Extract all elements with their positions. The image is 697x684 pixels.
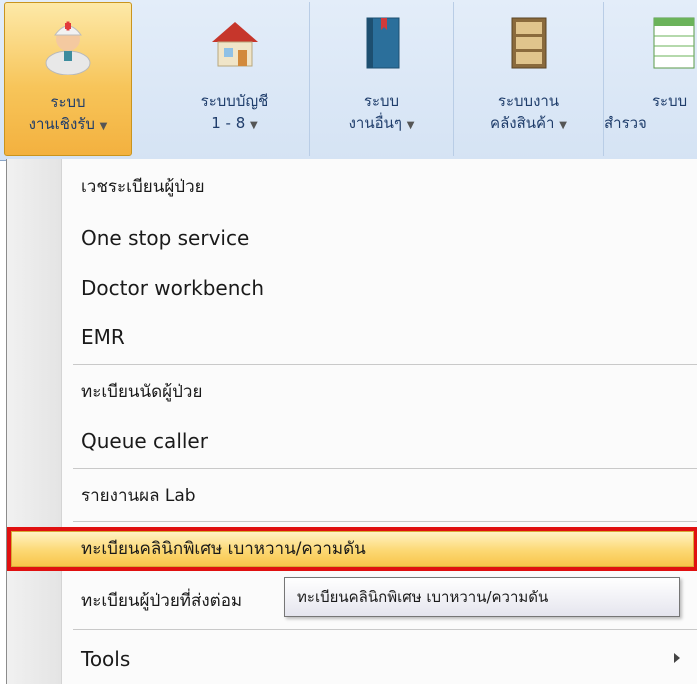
menu-item-lab-report[interactable]: รายงานผล Lab bbox=[7, 472, 697, 520]
menu-item-medical-records[interactable]: เวชระเบียนผู้ป่วย bbox=[7, 163, 697, 211]
sheet-icon bbox=[653, 17, 695, 69]
ribbon-toolbar: ระบบ งานเชิงรับ ▼ ระบบบัญชี 1 - 8 ▼ ระบบ… bbox=[0, 0, 697, 161]
menu-item-label: ทะเบียนผู้ป่วยที่ส่งต่อม bbox=[81, 591, 243, 611]
menu-item-emr[interactable]: EMR bbox=[7, 313, 697, 361]
menu-item-label: Tools bbox=[81, 647, 131, 671]
menu-separator bbox=[73, 521, 697, 522]
ribbon-button-inventory-line2: คลังสินค้า bbox=[490, 114, 555, 132]
ribbon-button-reception[interactable]: ระบบ งานเชิงรับ ▼ bbox=[4, 2, 132, 156]
menu-item-appointments[interactable]: ทะเบียนนัดผู้ป่วย bbox=[7, 368, 697, 416]
book-icon bbox=[366, 17, 399, 69]
menu-item-one-stop-service[interactable]: One stop service bbox=[7, 214, 697, 262]
menu-separator bbox=[73, 629, 697, 630]
menu-separator bbox=[73, 364, 697, 365]
ribbon-button-accounting-line2: 1 - 8 bbox=[211, 114, 246, 132]
menu-item-label: EMR bbox=[81, 325, 125, 349]
ribbon-button-survey-line1: ระบบ bbox=[652, 92, 688, 110]
menu-item-label: เวชระเบียนผู้ป่วย bbox=[81, 177, 205, 197]
ribbon-button-reception-line1: ระบบ bbox=[50, 93, 86, 111]
ribbon-button-accounting[interactable]: ระบบบัญชี 1 - 8 ▼ bbox=[160, 2, 310, 156]
ribbon-button-inventory-line1: ระบบงาน bbox=[497, 92, 560, 110]
tooltip: ทะเบียนคลินิกพิเศษ เบาหวาน/ความดัน bbox=[284, 577, 680, 617]
submenu-arrow-icon bbox=[674, 653, 680, 663]
ribbon-button-survey-line2: สำรวจ bbox=[604, 114, 647, 132]
ribbon-button-accounting-line1: ระบบบัญชี bbox=[200, 92, 269, 110]
cabinet-icon bbox=[511, 17, 546, 69]
menu-item-queue-caller[interactable]: Queue caller bbox=[7, 417, 697, 465]
chevron-down-icon: ▼ bbox=[559, 120, 567, 131]
ribbon-button-other[interactable]: ระบบ งานอื่นๆ ▼ bbox=[310, 2, 454, 156]
ribbon-button-reception-line2: งานเชิงรับ bbox=[28, 115, 95, 133]
menu-item-label: One stop service bbox=[81, 226, 250, 250]
ribbon-button-other-line2: งานอื่นๆ bbox=[348, 114, 402, 132]
menu-item-doctor-workbench[interactable]: Doctor workbench bbox=[7, 264, 697, 312]
nurse-icon bbox=[45, 21, 91, 75]
menu-item-label: รายงานผล Lab bbox=[81, 486, 196, 506]
chevron-down-icon: ▼ bbox=[99, 121, 108, 132]
menu-item-special-clinic[interactable]: ทะเบียนคลินิกพิเศษ เบาหวาน/ความดัน bbox=[7, 525, 697, 573]
menu-item-label: ทะเบียนคลินิกพิเศษ เบาหวาน/ความดัน bbox=[81, 539, 366, 559]
ribbon-button-other-line1: ระบบ bbox=[363, 92, 400, 110]
house-icon bbox=[211, 22, 258, 67]
chevron-down-icon: ▼ bbox=[406, 120, 415, 131]
menu-item-tools[interactable]: Tools bbox=[7, 635, 697, 683]
chevron-down-icon: ▼ bbox=[250, 120, 258, 131]
menu-separator bbox=[73, 468, 697, 469]
menu-item-label: Doctor workbench bbox=[81, 276, 265, 300]
ribbon-button-survey[interactable]: ระบบ สำรวจ bbox=[604, 2, 697, 156]
menu-item-label: ทะเบียนนัดผู้ป่วย bbox=[81, 382, 203, 402]
menu-item-label: Queue caller bbox=[81, 429, 208, 453]
ribbon-button-inventory[interactable]: ระบบงาน คลังสินค้า ▼ bbox=[454, 2, 604, 156]
